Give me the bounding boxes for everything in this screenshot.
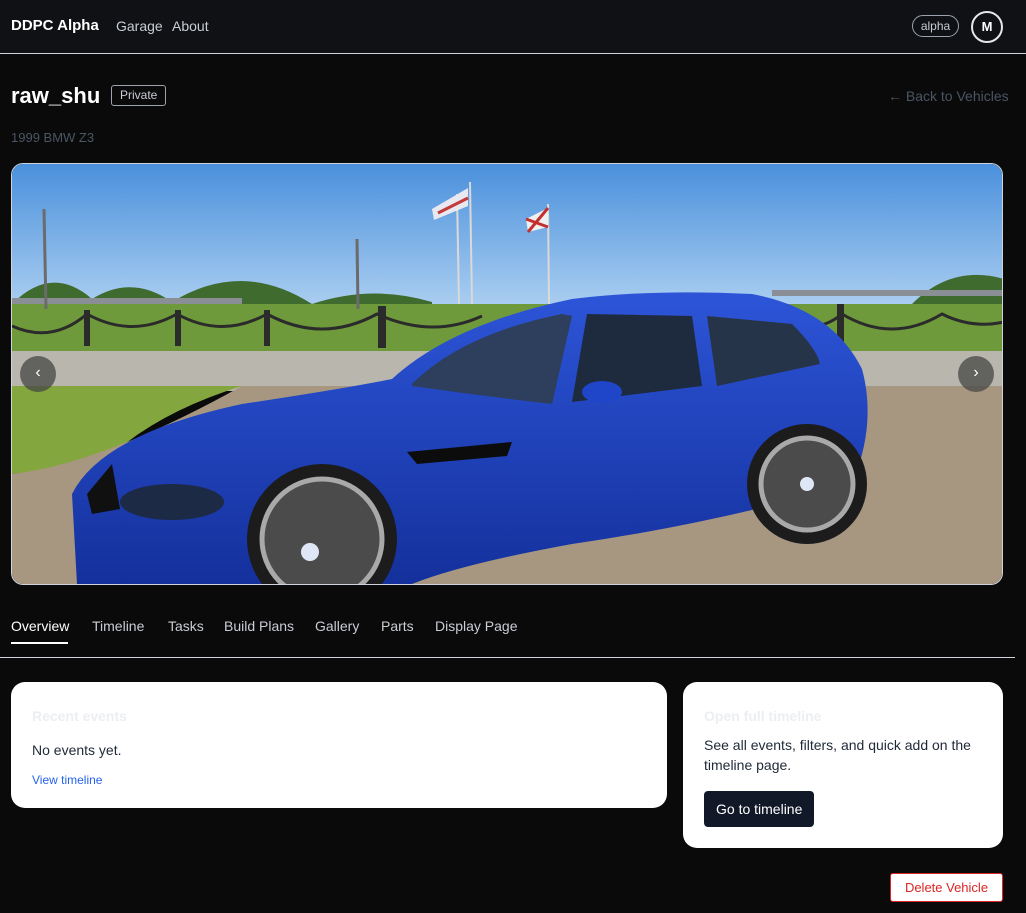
- rear-hub: [800, 477, 814, 491]
- avatar[interactable]: M: [971, 11, 1003, 43]
- sky: [12, 164, 1002, 304]
- side-mirror: [582, 381, 622, 403]
- full-timeline-description: See all events, filters, and quick add o…: [704, 737, 971, 773]
- tab-gallery[interactable]: Gallery: [315, 618, 359, 634]
- carousel-prev-button[interactable]: ‹: [20, 356, 56, 392]
- events-empty-state: No events yet.: [32, 742, 122, 758]
- tab-build-plans[interactable]: Build Plans: [224, 618, 294, 634]
- alpha-badge: alpha: [912, 15, 959, 37]
- back-to-vehicles-link[interactable]: ← Back to Vehicles: [888, 88, 1009, 104]
- tab-tasks[interactable]: Tasks: [168, 618, 204, 634]
- tab-timeline[interactable]: Timeline: [92, 618, 144, 634]
- tab-display-page[interactable]: Display Page: [435, 618, 518, 634]
- recent-events-card: Recent events No events yet. View timeli…: [11, 682, 667, 808]
- car-photo: [12, 164, 1002, 584]
- top-nav: DDPC Alpha Garage About alpha M: [0, 0, 1026, 54]
- active-tab-indicator: [11, 642, 68, 644]
- full-timeline-heading: Open full timeline: [704, 708, 822, 724]
- view-timeline-link[interactable]: View timeline: [32, 773, 102, 787]
- vehicle-tabs: Overview Timeline Tasks Build Plans Gall…: [0, 608, 1015, 658]
- nav-link-about[interactable]: About: [172, 18, 209, 34]
- flag-pole: [547, 203, 550, 305]
- nav-link-garage[interactable]: Garage: [116, 18, 163, 34]
- utility-pole: [42, 208, 48, 310]
- delete-vehicle-button[interactable]: Delete Vehicle: [890, 873, 1003, 902]
- vehicle-title: raw_shu: [11, 83, 101, 108]
- front-rim: [259, 476, 385, 584]
- tab-overview[interactable]: Overview: [11, 618, 69, 634]
- overpass-right: [772, 290, 1002, 296]
- carousel-next-button[interactable]: ›: [958, 356, 994, 392]
- full-timeline-card: Open full timeline See all events, filte…: [683, 682, 1003, 848]
- fence-post: [84, 310, 90, 346]
- fence-post: [264, 310, 270, 346]
- front-hub: [301, 543, 319, 561]
- brand-logo[interactable]: DDPC Alpha: [11, 17, 99, 34]
- fence-post: [378, 306, 386, 348]
- recent-events-heading: Recent events: [32, 708, 127, 724]
- tab-parts[interactable]: Parts: [381, 618, 414, 634]
- fence-post: [175, 310, 181, 346]
- visibility-badge: Private: [111, 85, 167, 106]
- utility-pole: [355, 238, 360, 310]
- vehicle-photo-carousel: [11, 163, 1003, 585]
- vehicle-subtitle: 1999 BMW Z3: [11, 130, 95, 145]
- car-headlight: [120, 484, 224, 520]
- go-to-timeline-button[interactable]: Go to timeline: [704, 791, 815, 827]
